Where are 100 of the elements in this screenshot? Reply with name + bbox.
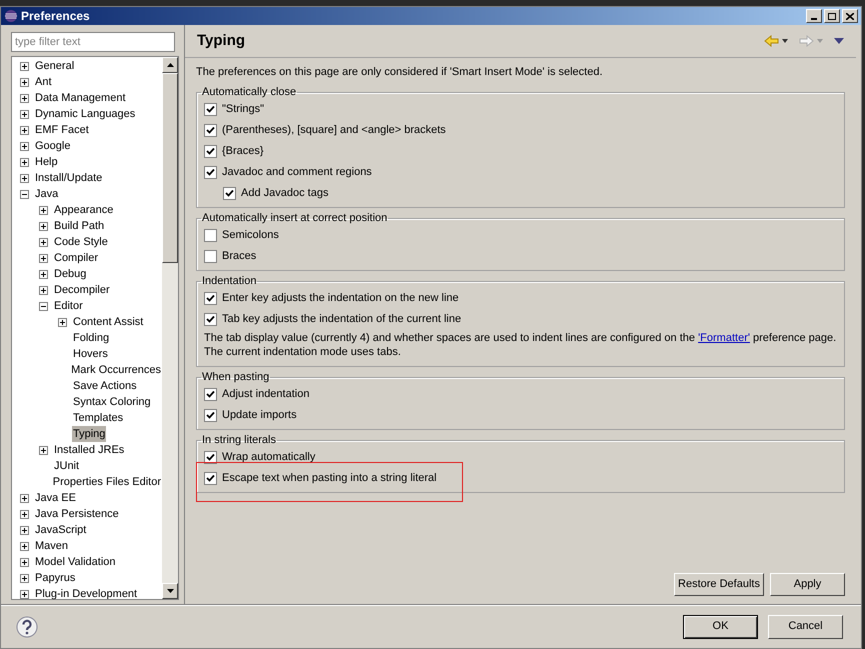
expand-icon[interactable]	[20, 94, 29, 102]
tree-item[interactable]: Debug	[53, 266, 88, 282]
window-title: Preferences	[21, 8, 90, 25]
tree-item[interactable]: Papyrus	[34, 570, 76, 586]
tree-item[interactable]: Plug-in Development	[34, 586, 138, 599]
dialog-button[interactable]: Apply	[770, 573, 845, 596]
expand-icon[interactable]	[58, 318, 67, 326]
expand-icon[interactable]	[20, 510, 29, 518]
tree-item[interactable]: Decompiler	[53, 282, 111, 298]
tree-item[interactable]: Mark Occurrences	[70, 362, 162, 378]
tree-item[interactable]: Editor	[53, 298, 84, 314]
checkbox[interactable]	[204, 409, 217, 422]
tree-item[interactable]: Folding	[72, 330, 110, 346]
tree-item[interactable]: Compiler	[53, 250, 100, 266]
expand-icon[interactable]	[20, 558, 29, 566]
note-text: The current indentation mode uses tabs.	[204, 345, 402, 359]
menu-icon[interactable]	[834, 38, 844, 44]
minimize-icon[interactable]	[806, 9, 822, 23]
group-title: Automatically insert at correct position	[201, 212, 388, 225]
checkbox-label: Javadoc and comment regions	[222, 165, 372, 180]
dialog-button[interactable]: Restore Defaults	[674, 573, 764, 596]
help-icon[interactable]	[16, 616, 38, 638]
checkbox[interactable]	[204, 145, 217, 158]
checkbox[interactable]	[223, 187, 236, 200]
checkbox[interactable]	[204, 124, 217, 137]
tree-item[interactable]: Hovers	[72, 346, 109, 362]
expand-icon[interactable]	[20, 110, 29, 118]
checkbox[interactable]	[204, 388, 217, 401]
checkbox[interactable]	[204, 292, 217, 305]
expand-icon[interactable]	[20, 542, 29, 550]
group-title: In string literals	[201, 434, 277, 447]
tree-item[interactable]: Appearance	[53, 202, 114, 218]
checkbox-label: Wrap automatically	[222, 450, 316, 466]
filter-field[interactable]: type filter text	[11, 32, 175, 52]
checkbox[interactable]	[204, 229, 217, 242]
tree-item[interactable]: General	[34, 58, 76, 74]
checkbox[interactable]	[204, 250, 217, 263]
expand-icon[interactable]	[20, 126, 29, 134]
expand-icon[interactable]	[39, 270, 48, 278]
up-arrow-icon[interactable]	[166, 63, 174, 67]
tree-item[interactable]: Model Validation	[34, 554, 117, 570]
tree-item[interactable]: Java Persistence	[34, 506, 120, 522]
caret-icon[interactable]	[782, 39, 788, 43]
maximize-icon[interactable]	[824, 9, 840, 23]
tree-item[interactable]: JavaScript	[34, 522, 88, 538]
tree-item[interactable]: Code Style	[53, 234, 109, 250]
expand-icon[interactable]	[20, 494, 29, 502]
tree-item[interactable]: Install/Update	[34, 170, 104, 186]
expand-icon[interactable]	[20, 158, 29, 166]
checkbox[interactable]	[204, 313, 217, 326]
expand-icon[interactable]	[20, 142, 29, 150]
formatter-link[interactable]: 'Formatter'	[698, 332, 750, 344]
expand-icon[interactable]	[39, 254, 48, 262]
tree-item[interactable]: Save Actions	[72, 378, 138, 394]
tree-item[interactable]: Content Assist	[72, 314, 144, 330]
collapse-icon[interactable]	[20, 190, 29, 198]
checkbox-label: Update imports	[222, 408, 297, 424]
scrollbar[interactable]	[162, 57, 178, 599]
expand-icon[interactable]	[20, 526, 29, 534]
checkbox-label: Braces	[222, 249, 256, 264]
expand-icon[interactable]	[20, 574, 29, 582]
dialog-button[interactable]: Cancel	[768, 614, 843, 638]
tree-item[interactable]: Java	[34, 186, 60, 202]
close-icon[interactable]	[842, 9, 858, 23]
checkbox-label: {Braces}	[222, 144, 264, 160]
expand-icon[interactable]	[20, 174, 29, 182]
tree-item[interactable]: Typing	[72, 426, 106, 442]
checkbox[interactable]	[204, 166, 217, 179]
checkbox[interactable]	[204, 472, 217, 485]
checkbox-label: Adjust indentation	[222, 387, 310, 402]
app-icon	[4, 9, 18, 23]
tree-item[interactable]: Ant	[34, 74, 53, 90]
expand-icon[interactable]	[39, 222, 48, 230]
tree-item[interactable]: JUnit	[53, 458, 80, 474]
tree-item[interactable]: Dynamic Languages	[34, 106, 136, 122]
expand-icon[interactable]	[20, 590, 29, 598]
tree-item[interactable]: Installed JREs	[53, 442, 126, 458]
tree-item[interactable]: Data Management	[34, 90, 126, 106]
checkbox[interactable]	[204, 103, 217, 116]
checkbox[interactable]	[204, 451, 217, 464]
dialog-button[interactable]: OK	[683, 614, 758, 638]
expand-icon[interactable]	[20, 78, 29, 86]
note-text: The tab display value (currently 4) and whether spaces are used to indent lines are configured on the 'Formatter' preference page.	[204, 331, 837, 345]
tree-item[interactable]: Build Path	[53, 218, 106, 234]
expand-icon[interactable]	[39, 446, 48, 454]
collapse-icon[interactable]	[39, 302, 48, 310]
expand-icon[interactable]	[39, 286, 48, 294]
expand-icon[interactable]	[39, 238, 48, 246]
checkbox-label: Semicolons	[222, 228, 279, 244]
expand-icon[interactable]	[20, 62, 29, 70]
tree-item[interactable]: EMF Facet	[34, 122, 90, 138]
tree-item[interactable]: Java EE	[34, 490, 77, 506]
tree-item[interactable]: Maven	[34, 538, 70, 554]
tree-item[interactable]: Help	[34, 154, 59, 170]
tree-item[interactable]: Templates	[72, 410, 124, 426]
tree-item[interactable]: Syntax Coloring	[72, 394, 152, 410]
expand-icon[interactable]	[39, 206, 48, 214]
down-arrow-icon[interactable]	[166, 589, 174, 593]
tree-item[interactable]: Google	[34, 138, 72, 154]
tree-item[interactable]: Properties Files Editor	[52, 474, 162, 490]
